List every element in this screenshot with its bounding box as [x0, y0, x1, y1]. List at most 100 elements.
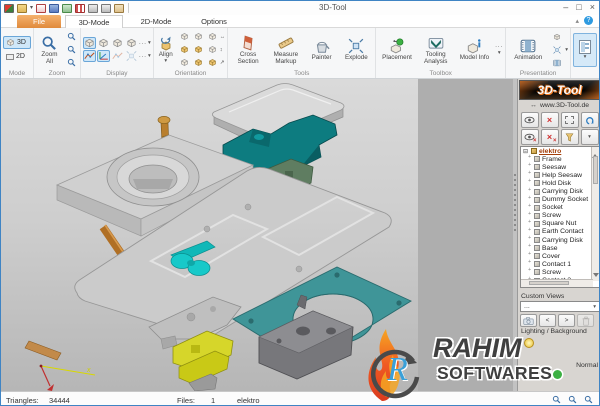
model-part-contact-block[interactable] [173, 331, 233, 391]
panel-layout-button[interactable]: ▾ [573, 33, 597, 67]
display-points-button[interactable] [125, 50, 138, 62]
close-button[interactable]: × [590, 2, 595, 13]
view-right-button[interactable] [192, 44, 205, 56]
status-zoom-in-icon[interactable] [584, 395, 593, 404]
tooling-analysis-button[interactable]: Tooling Analysis [418, 33, 454, 67]
rotate-lr-icon[interactable]: ↔ [220, 34, 226, 40]
display-more-dots[interactable]: ... [139, 40, 147, 46]
tree-item[interactable]: +Frame [521, 155, 599, 163]
open-dropdown-icon[interactable]: ▾ [30, 3, 33, 13]
reset-selection-button[interactable] [581, 112, 599, 128]
display-curves-button[interactable] [83, 50, 96, 62]
show-part-button[interactable] [521, 112, 539, 128]
tree-item[interactable]: +Socket [521, 204, 599, 212]
display-hidden-line-button[interactable] [111, 37, 124, 49]
tree-options-button[interactable]: ▾ [581, 129, 599, 145]
tab-file[interactable]: File [17, 15, 61, 28]
align-button[interactable]: Align ▾ [156, 33, 176, 66]
presentation-views-button[interactable] [550, 31, 563, 43]
model-tree[interactable]: ⊟ elektro +Frame +Seesaw +Help Seesaw +H… [520, 146, 600, 288]
rotate-diag-icon[interactable]: ↗ [220, 60, 225, 66]
view-back-button[interactable] [192, 31, 205, 43]
tree-item[interactable]: +Dummy Socket [521, 196, 599, 204]
zoom-in-button[interactable] [65, 44, 78, 56]
hide-part-button[interactable]: × [521, 129, 539, 145]
tree-vertical-scrollbar[interactable] [591, 147, 599, 281]
explode-button[interactable]: Explode [339, 36, 373, 63]
tab-options[interactable]: Options [189, 15, 239, 28]
display-axes-button[interactable] [97, 50, 110, 62]
print-preview-icon[interactable] [101, 4, 111, 13]
tree-item[interactable]: +Carrying Disk [521, 236, 599, 244]
delete-part-button[interactable]: × [541, 112, 559, 128]
status-zoom-window-icon[interactable] [552, 395, 561, 404]
painter-button[interactable]: Painter [306, 36, 338, 63]
copy-icon[interactable] [114, 4, 124, 13]
tab-3d-mode[interactable]: 3D-Mode [65, 15, 123, 28]
tree-item[interactable]: +Cover [521, 252, 599, 260]
zoom-all-button[interactable]: Zoom All [36, 33, 63, 67]
3d-viewport-model[interactable]: x [1, 79, 418, 391]
cross-section-button[interactable]: Cross Section [230, 33, 266, 67]
print-icon[interactable] [88, 4, 98, 13]
status-zoom-out-icon[interactable] [568, 395, 577, 404]
select-box-button[interactable] [561, 112, 579, 128]
tree-item[interactable]: +Help Seesaw [521, 171, 599, 179]
tab-2d-mode[interactable]: 2D-Mode [127, 15, 185, 28]
maximize-button[interactable]: □ [576, 2, 581, 13]
model-info-button[interactable]: Model Info [456, 36, 494, 63]
view-free-button[interactable] [206, 57, 219, 69]
3d-viewport[interactable]: x [1, 79, 418, 391]
filter-button[interactable] [561, 129, 579, 145]
presentation-dropdown-icon[interactable]: ▾ [565, 47, 568, 53]
zoom-out-button[interactable] [65, 57, 78, 69]
toolbox-more-dropdown-icon[interactable]: ▾ [498, 50, 501, 56]
view-dimetric-button[interactable] [192, 57, 205, 69]
rotate-ud-icon[interactable]: ↕ [220, 47, 223, 53]
tree-item[interactable]: +Screw [521, 268, 599, 276]
view-left-button[interactable] [178, 44, 191, 56]
display-more2-dots[interactable]: ... [139, 53, 147, 59]
view-front-button[interactable] [178, 31, 191, 43]
tree-item[interactable]: +Hold Disk [521, 179, 599, 187]
animation-button[interactable]: Animation [508, 36, 548, 63]
mode-3d-button[interactable]: 3D [3, 36, 31, 49]
mode-2d-button[interactable]: 2D [3, 50, 31, 63]
capture-icon[interactable] [75, 4, 85, 13]
zoom-window-button[interactable] [65, 31, 78, 43]
help-button[interactable]: ? [584, 16, 593, 25]
tree-item[interactable]: +Earth Contact [521, 228, 599, 236]
tree-item[interactable]: +Seesaw [521, 163, 599, 171]
display-more-dropdown-icon[interactable]: ▾ [148, 40, 151, 46]
screenshot-icon[interactable] [62, 4, 72, 13]
tree-horizontal-scrollbar[interactable] [521, 279, 593, 287]
display-more2-dropdown-icon[interactable]: ▾ [148, 53, 151, 59]
website-link[interactable]: www.3D-Tool.de [540, 102, 589, 109]
save-icon[interactable] [49, 4, 59, 13]
tree-item[interactable]: +Contact 1 [521, 260, 599, 268]
view-iso-button[interactable] [206, 31, 219, 43]
delete-hidden-button[interactable]: ×× [541, 129, 559, 145]
display-wireframe-button[interactable] [125, 37, 138, 49]
tree-item[interactable]: +Screw [521, 212, 599, 220]
presentation-record-button[interactable] [550, 57, 563, 69]
custom-views-dropdown[interactable]: ... ▾ [520, 301, 600, 312]
measure-markup-button[interactable]: Measure Markup [268, 33, 304, 67]
collapse-ribbon-icon[interactable]: ▴ [575, 17, 579, 25]
close-file-icon[interactable] [36, 4, 46, 13]
placement-button[interactable]: Placement [378, 36, 416, 63]
lighting-sun-icon[interactable] [524, 338, 534, 348]
model-part-contact-bar[interactable] [25, 341, 61, 360]
display-annotations-button[interactable] [111, 50, 124, 62]
view-top-button[interactable] [206, 44, 219, 56]
tree-item[interactable]: +Base [521, 244, 599, 252]
view-bottom-button[interactable] [178, 57, 191, 69]
tree-item[interactable]: +Carrying Disk [521, 187, 599, 195]
display-shaded-button[interactable] [83, 37, 96, 49]
presentation-explode-anim-button[interactable] [550, 44, 563, 56]
tree-root[interactable]: ⊟ elektro [521, 147, 599, 155]
open-file-icon[interactable] [17, 4, 27, 13]
minimize-button[interactable]: – [563, 2, 568, 13]
display-edges-button[interactable] [97, 37, 110, 49]
tree-item[interactable]: +Square Nut [521, 220, 599, 228]
